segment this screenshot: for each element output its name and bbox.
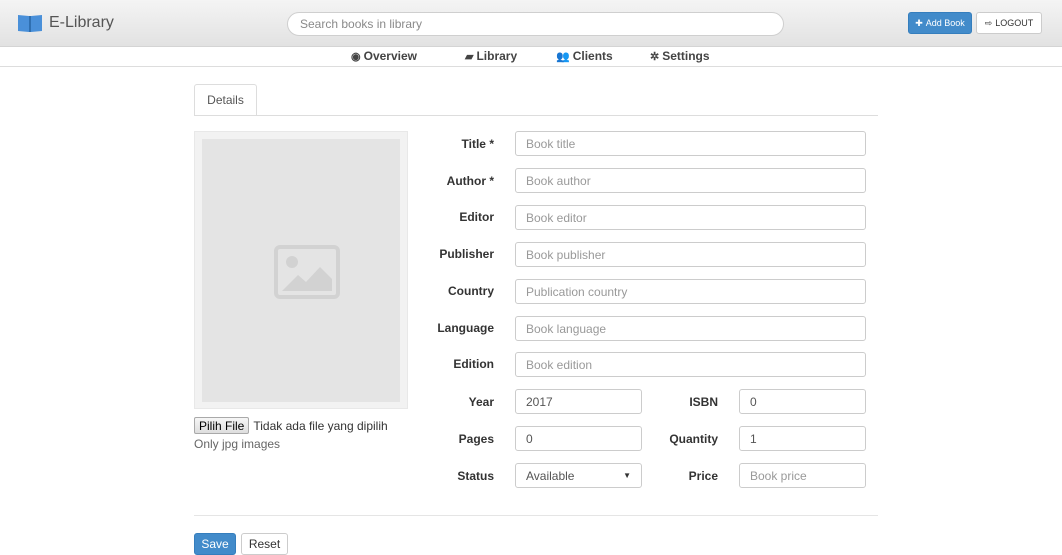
title-label: Title * [461,137,494,151]
main-nav: ◉ Overview ▰ Library 👥 Clients ✲ Setting… [0,47,1062,67]
nav-clients[interactable]: 👥 Clients [556,49,613,63]
logout-icon: ⇨ [984,17,993,28]
save-button[interactable]: Save [194,533,236,555]
logout-label: LOGOUT [995,18,1034,28]
edition-label: Edition [453,357,494,371]
chevron-down-icon: ▼ [623,471,631,480]
status-select[interactable]: Available ▼ [515,463,642,488]
price-input[interactable] [739,463,866,488]
country-input[interactable] [515,279,866,304]
price-label: Price [688,469,718,483]
nav-settings[interactable]: ✲ Settings [650,49,710,63]
pages-label: Pages [458,432,494,446]
nav-overview-label: Overview [363,49,417,63]
pages-input[interactable] [515,426,642,451]
gear-icon: ✲ [650,50,660,63]
publisher-input[interactable] [515,242,866,267]
nav-clients-label: Clients [572,49,613,63]
book-logo-icon [18,15,42,32]
year-label: Year [468,395,494,409]
book-icon: ▰ [465,50,474,63]
isbn-label: ISBN [689,395,718,409]
editor-input[interactable] [515,205,866,230]
image-placeholder-icon [274,245,340,299]
quantity-label: Quantity [669,432,718,446]
file-status-text: Tidak ada file yang dipilih [253,418,388,433]
add-book-label: Add Book [925,18,965,28]
form-divider [194,515,878,516]
file-help-text: Only jpg images [194,437,281,451]
country-label: Country [448,284,494,298]
nav-overview[interactable]: ◉ Overview [351,49,417,63]
author-label: Author * [446,174,494,188]
title-input[interactable] [515,131,866,156]
nav-library-label: Library [476,49,518,63]
reset-button[interactable]: Reset [241,533,288,555]
language-input[interactable] [515,316,866,341]
author-input[interactable] [515,168,866,193]
isbn-input[interactable] [739,389,866,414]
year-input[interactable] [515,389,642,414]
edition-input[interactable] [515,352,866,377]
brand[interactable]: E-Library [17,12,114,34]
quantity-input[interactable] [739,426,866,451]
language-label: Language [437,321,494,335]
publisher-label: Publisher [439,247,494,261]
choose-file-button[interactable]: Pilih File [194,417,250,434]
cover-image-preview [194,131,408,409]
brand-name: E-Library [49,14,114,31]
plus-icon: ✚ [915,17,923,28]
status-label: Status [457,469,494,483]
add-book-button[interactable]: ✚ Add Book [908,12,972,34]
status-selected-value: Available [526,468,575,483]
users-icon: 👥 [556,50,570,63]
dashboard-icon: ◉ [351,50,361,63]
editor-label: Editor [459,210,494,224]
nav-library[interactable]: ▰ Library [465,49,517,63]
tab-divider [194,115,878,116]
logout-button[interactable]: ⇨ LOGOUT [976,12,1042,34]
tab-details[interactable]: Details [194,84,257,116]
file-upload: Pilih File Tidak ada file yang dipilih [194,417,388,434]
top-navbar: E-Library ✚ Add Book ⇨ LOGOUT [0,0,1062,47]
nav-settings-label: Settings [662,49,710,63]
search-input[interactable] [287,12,784,36]
